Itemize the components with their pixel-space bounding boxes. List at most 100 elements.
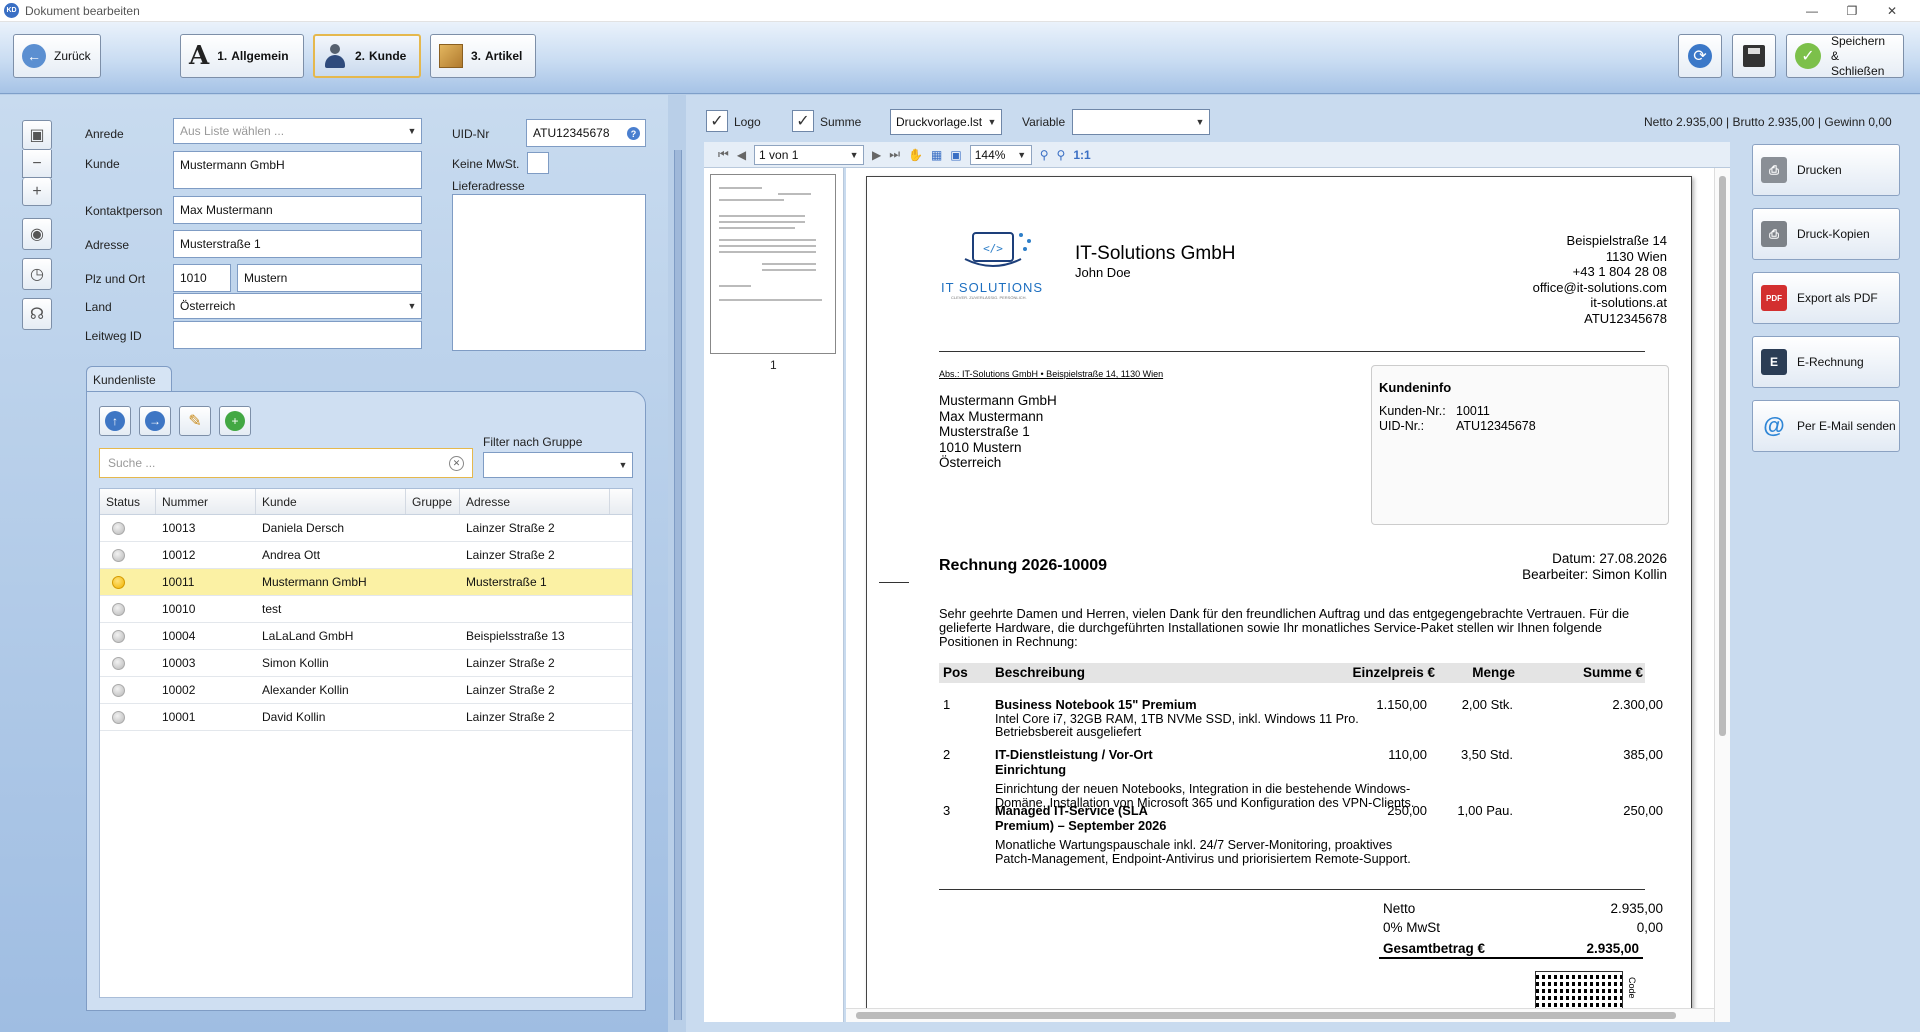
filter-group-select[interactable]: ▼	[483, 452, 633, 478]
save-close-text: Speichern & Schließen	[1831, 34, 1895, 79]
refresh-button[interactable]: ⟳	[1678, 34, 1722, 78]
table-row[interactable]: 10004 LaLaLand GmbH Beispielsstraße 13	[100, 623, 632, 650]
tab-kunde[interactable]: 2. Kunde	[313, 34, 421, 78]
variable-select[interactable]: ▼	[1072, 109, 1210, 135]
table-row[interactable]: 10001 David Kollin Lainzer Straße 2	[100, 704, 632, 731]
last-page-icon[interactable]: ⏭	[889, 147, 900, 162]
adresse-cell: Lainzer Straße 2	[466, 683, 555, 697]
tab-allgemein[interactable]: A 1. Allgemein	[180, 34, 304, 78]
invoice-sender-address: Beispielstraße 14 1130 Wien +43 1 804 28…	[1533, 233, 1667, 327]
clear-icon[interactable]: ✕	[449, 456, 464, 471]
move-right-button[interactable]: →	[139, 406, 171, 436]
adresse-input[interactable]: Musterstraße 1	[173, 230, 422, 258]
tab-kundenliste[interactable]: Kundenliste	[86, 366, 172, 392]
keine-mwst-checkbox[interactable]	[527, 152, 549, 174]
tab-artikel[interactable]: 3. Artikel	[430, 34, 536, 78]
kontakt-label: Kontaktperson	[85, 204, 163, 218]
plz-value: 1010	[180, 271, 207, 285]
zoom-select[interactable]: 144% ▼	[969, 144, 1032, 165]
land-select[interactable]: Österreich ▼	[173, 293, 422, 319]
plz-ort-label: Plz und Ort	[85, 272, 146, 286]
items-divider	[939, 889, 1645, 890]
cube-button[interactable]: ▣	[22, 120, 52, 150]
history-button[interactable]: ◷	[22, 258, 52, 290]
hscroll-thumb[interactable]	[856, 1012, 1676, 1019]
mwst-value: 0,00	[1636, 920, 1663, 935]
table-row[interactable]: 10011 Mustermann GmbH Musterstraße 1	[100, 569, 632, 596]
camera-button[interactable]: ◉	[22, 218, 52, 250]
uid-input[interactable]: ATU12345678 ?	[526, 119, 646, 147]
ort-input[interactable]: Mustern	[237, 264, 422, 292]
main-toolbar: ← Zurück A 1. Allgemein 2. Kunde 3. Artikel…	[0, 22, 1920, 94]
first-page-icon[interactable]: ⏮	[718, 147, 729, 162]
table-row[interactable]: 10010 test	[100, 596, 632, 623]
lieferadresse-textarea[interactable]	[452, 194, 646, 351]
help-icon[interactable]: ?	[627, 127, 640, 140]
item-desc-line: Monatliche Wartungspauschale inkl. 24/7 …	[995, 838, 1393, 852]
zoom-value: 144%	[974, 147, 1006, 162]
save-close-button[interactable]: ✓ Speichern & Schließen	[1786, 34, 1904, 78]
prev-page-icon[interactable]: ◀	[737, 148, 746, 162]
table-row[interactable]: 10002 Alexander Kollin Lainzer Straße 2	[100, 677, 632, 704]
table-row[interactable]: 10012 Andrea Ott Lainzer Straße 2	[100, 542, 632, 569]
item-title-line: IT-Dienstleistung / Vor-Ort	[995, 747, 1153, 762]
zoom-in-icon[interactable]: ⚲	[1040, 148, 1049, 162]
window-title: Dokument bearbeiten	[25, 3, 140, 18]
e-rechnung-button[interactable]: E E-Rechnung	[1752, 336, 1900, 388]
search-input[interactable]: Suche ... ✕	[99, 448, 473, 478]
col-gruppe[interactable]: Gruppe	[406, 489, 460, 514]
thumbnail-page-number: 1	[770, 358, 777, 372]
col-adresse[interactable]: Adresse	[460, 489, 610, 514]
kunde-input[interactable]: Mustermann GmbH	[173, 151, 422, 189]
kontakt-input[interactable]: Max Mustermann	[173, 196, 422, 224]
adresse-label: Adresse	[85, 238, 130, 252]
plz-input[interactable]: 1010	[173, 264, 231, 292]
add-customer-button[interactable]: +	[219, 406, 251, 436]
status-cell	[100, 602, 156, 616]
page-thumbnail[interactable]	[710, 174, 836, 354]
logo-checkbox[interactable]: ✓	[706, 110, 728, 132]
leitweg-input[interactable]	[173, 321, 422, 349]
col-status[interactable]: Status	[100, 489, 156, 514]
arrow-left-icon: ←	[22, 44, 46, 68]
move-up-button[interactable]: ↑	[99, 406, 131, 436]
customer-table: Status Nummer Kunde Gruppe Adresse 10013…	[99, 488, 633, 998]
summe-checkbox[interactable]: ✓	[792, 110, 814, 132]
panel-splitter[interactable]	[674, 150, 682, 1020]
adresse-cell: Lainzer Straße 2	[466, 656, 555, 670]
close-icon[interactable]: ✕	[1872, 0, 1912, 22]
zoom-area-icon[interactable]: ▣	[950, 148, 961, 162]
template-select[interactable]: Druckvorlage.lst ▼	[890, 109, 1002, 135]
save-button[interactable]	[1732, 34, 1776, 78]
netto-label: Netto	[1383, 901, 1416, 916]
table-row[interactable]: 10013 Daniela Dersch Lainzer Straße 2	[100, 515, 632, 542]
fold-mark	[879, 582, 909, 583]
next-page-icon[interactable]: ▶	[872, 148, 881, 162]
recipient-line: Österreich	[939, 455, 1002, 471]
page-select[interactable]: 1 von 1 ▼	[754, 144, 865, 165]
maximize-icon[interactable]: ❐	[1832, 0, 1872, 22]
print-copies-button[interactable]: ⎙ Druck-Kopien	[1752, 208, 1900, 260]
edit-button[interactable]: ✎	[179, 406, 211, 436]
preview-vertical-scrollbar[interactable]	[1714, 168, 1730, 1022]
table-row[interactable]: 10003 Simon Kollin Lainzer Straße 2	[100, 650, 632, 677]
col-kunde[interactable]: Kunde	[256, 489, 406, 514]
kunde-cell: David Kollin	[262, 710, 326, 724]
recipient-line: Max Mustermann	[939, 408, 1044, 424]
col-nummer[interactable]: Nummer	[156, 489, 256, 514]
back-button[interactable]: ← Zurück	[13, 34, 101, 78]
anrede-select[interactable]: Aus Liste wählen ... ▼	[173, 118, 422, 144]
hand-icon[interactable]: ✋	[908, 148, 923, 162]
zoom-out-icon[interactable]: ⚲	[1057, 148, 1066, 162]
print-button[interactable]: ⎙ Drucken	[1752, 144, 1900, 196]
minimize-icon[interactable]: —	[1792, 0, 1832, 22]
export-pdf-button[interactable]: PDF Export als PDF	[1752, 272, 1900, 324]
remove-button[interactable]: −	[22, 150, 52, 178]
add-button[interactable]: +	[22, 178, 52, 206]
email-button[interactable]: @ Per E-Mail senden	[1752, 400, 1900, 452]
support-button[interactable]: ☊	[22, 298, 52, 330]
preview-horizontal-scrollbar[interactable]	[846, 1008, 1714, 1022]
scroll-thumb[interactable]	[1719, 176, 1726, 736]
select-icon[interactable]: ▦	[931, 148, 942, 162]
zoom-reset-button[interactable]: 1:1	[1073, 148, 1090, 162]
